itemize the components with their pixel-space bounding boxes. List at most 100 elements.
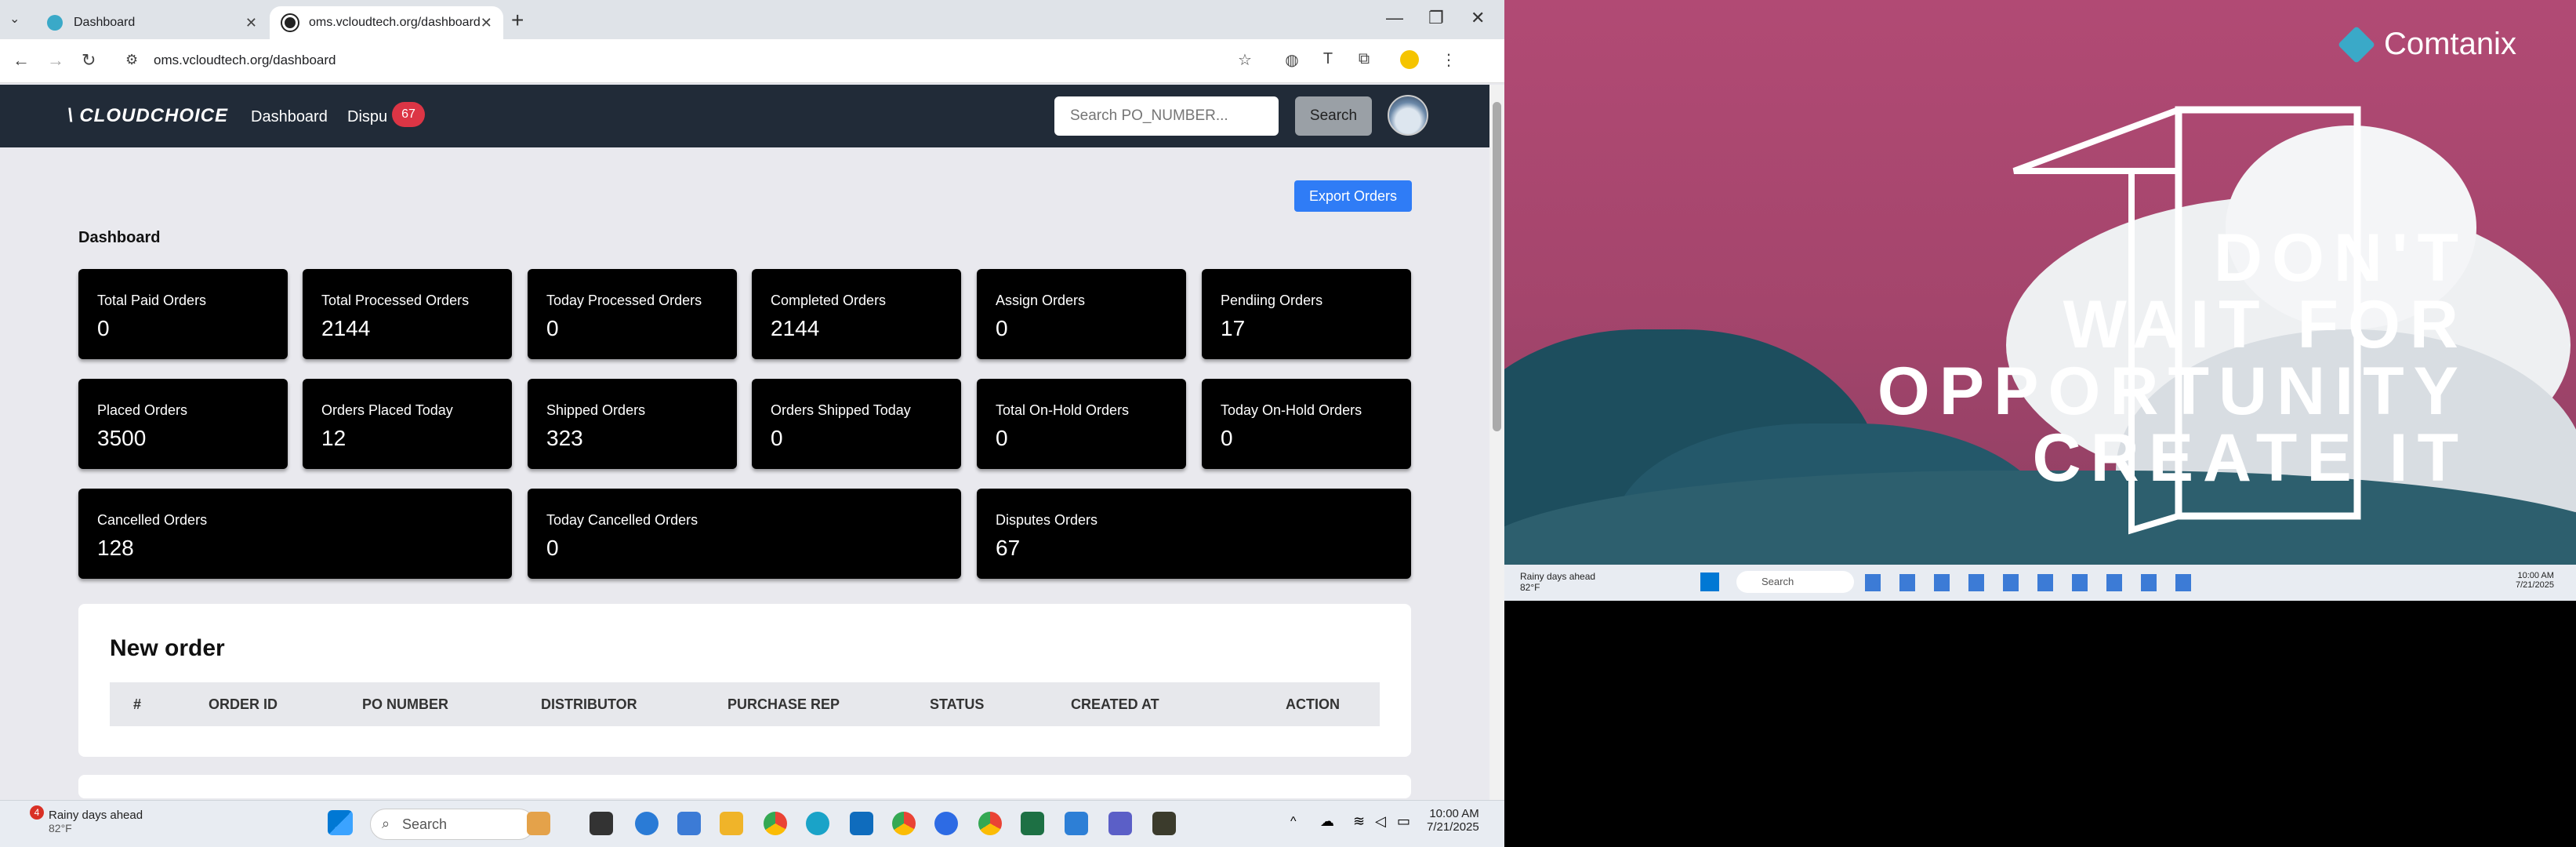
taskbar-search[interactable]: Search (1736, 571, 1854, 593)
new-tab-icon[interactable]: + (511, 8, 524, 33)
site-info-icon[interactable]: ⚙ (125, 52, 138, 68)
stat-card-value: 17 (1221, 316, 1246, 340)
stat-card: Cancelled Orders 128 (78, 489, 512, 579)
clock-date: 7/21/2025 (1427, 820, 1479, 834)
weather-title: Rainy days ahead (49, 809, 143, 822)
close-tab-icon[interactable]: ✕ (245, 15, 257, 31)
column-header: CREATED AT (1071, 696, 1159, 712)
column-header: ACTION (1286, 696, 1340, 712)
stat-card-value: 0 (996, 426, 1008, 450)
edge-dev-icon[interactable] (635, 812, 659, 835)
stat-card-label: Completed Orders (771, 293, 887, 308)
taskbar-clock[interactable]: 10:00 AM 7/21/2025 (2516, 571, 2554, 590)
stat-card-value: 323 (546, 426, 583, 450)
tab-search-icon[interactable]: ⌄ (9, 11, 20, 27)
battery-icon[interactable]: ▭ (1397, 813, 1410, 830)
stat-card: Completed Orders 2144 (752, 269, 961, 359)
tab-oms-dashboard[interactable]: oms.vcloudtech.org/dashboard ✕ (270, 6, 503, 39)
bookmark-star-icon[interactable]: ☆ (1235, 50, 1254, 69)
column-header: PO NUMBER (362, 696, 449, 712)
logo-text: CLOUDCHOICE (79, 105, 229, 126)
close-window-icon[interactable]: ✕ (1471, 8, 1485, 28)
chevron-up-icon[interactable]: ^ (1290, 815, 1297, 829)
start-icon[interactable] (328, 810, 353, 835)
nav-dashboard[interactable]: Dashboard (251, 108, 328, 126)
taskbar-search[interactable]: ⌕ Search (370, 809, 535, 840)
extension-icon[interactable]: ◍ (1283, 50, 1301, 69)
app-icon[interactable] (1065, 812, 1088, 835)
second-monitor: Comtanix DON'T WAIT FOR OPPORTUNITY CREA… (1504, 0, 2576, 847)
brand-name: Comtanix (2384, 27, 2516, 61)
page-title: Dashboard (78, 229, 161, 246)
export-orders-button[interactable]: Export Orders (1294, 180, 1412, 212)
chrome-icon[interactable] (764, 812, 787, 835)
start-icon[interactable] (1700, 573, 1719, 591)
weather-temp: 82°F (49, 822, 72, 834)
extensions-puzzle-icon[interactable]: ⧉ (1355, 50, 1373, 69)
weather-widget[interactable]: 4 Rainy days ahead 82°F (16, 805, 143, 834)
next-panel (78, 775, 1411, 798)
stat-card-value: 0 (546, 316, 559, 340)
profile-icon[interactable] (1400, 50, 1419, 69)
file-explorer-icon[interactable] (720, 812, 743, 835)
cloud-icon[interactable]: ☁ (1320, 813, 1334, 830)
excel-icon[interactable] (1021, 812, 1044, 835)
user-avatar[interactable] (1388, 95, 1428, 136)
stat-card: Shipped Orders 323 (528, 379, 737, 469)
browser-menu-icon[interactable]: ⋮ (1439, 50, 1458, 69)
notes-icon[interactable] (1152, 812, 1176, 835)
stat-card-label: Today On-Hold Orders (1221, 402, 1362, 418)
wifi-icon[interactable]: ≋ (1353, 813, 1365, 830)
taskbar-search-label: Search (1761, 576, 1794, 587)
edge-icon[interactable] (806, 812, 829, 835)
close-tab-icon[interactable]: ✕ (481, 15, 492, 31)
stat-card: Total Processed Orders 2144 (303, 269, 512, 359)
stat-card: Orders Placed Today 12 (303, 379, 512, 469)
weather-title: Rainy days ahead (1520, 571, 1596, 582)
taskbar-search-label: Search (402, 816, 448, 832)
restore-icon[interactable]: ❐ (1428, 8, 1444, 28)
outlook-icon[interactable] (850, 812, 873, 835)
stat-card-value: 0 (97, 316, 110, 340)
stat-card-label: Today Cancelled Orders (546, 512, 698, 528)
po-search-input[interactable] (1054, 96, 1279, 136)
pinned-apps-icons[interactable] (1865, 574, 2210, 591)
calculator-icon[interactable] (677, 812, 701, 835)
minimize-icon[interactable]: — (1386, 8, 1403, 28)
site-logo[interactable]: \ CLOUDCHOICE (67, 105, 228, 127)
scrollbar-thumb[interactable] (1493, 102, 1501, 431)
tab-strip: ⌄ Dashboard ✕ oms.vcloudtech.org/dashboa… (0, 0, 1504, 39)
file-icon[interactable] (590, 812, 613, 835)
stat-card: Total Paid Orders 0 (78, 269, 288, 359)
taskbar-clock[interactable]: 10:00 AM 7/21/2025 (1427, 807, 1479, 834)
stat-card-value: 2144 (771, 316, 820, 340)
chrome-icon[interactable] (978, 812, 1002, 835)
weather-widget[interactable]: Rainy days ahead 82°F (1520, 571, 1595, 593)
tab-dashboard[interactable]: Dashboard ✕ (34, 6, 270, 39)
text-tool-icon[interactable]: T (1319, 50, 1337, 69)
stat-card-value: 0 (1221, 426, 1233, 450)
page-scrollbar[interactable] (1489, 85, 1504, 800)
stat-card: Orders Shipped Today 0 (752, 379, 961, 469)
nav-disputes[interactable]: Dispu (347, 108, 387, 126)
url-field[interactable]: oms.vcloudtech.org/dashboard (154, 53, 336, 68)
search-button[interactable]: Search (1295, 96, 1372, 136)
zoom-icon[interactable] (934, 812, 958, 835)
stat-card: Today On-Hold Orders 0 (1202, 379, 1411, 469)
tab-title: Dashboard (74, 16, 136, 29)
volume-icon[interactable]: ◁ (1375, 813, 1386, 830)
stat-card: Assign Orders 0 (977, 269, 1186, 359)
reload-icon[interactable]: ↻ (82, 50, 96, 71)
forward-icon[interactable]: → (47, 50, 64, 71)
weather-temp: 82°F (1520, 582, 1540, 593)
desktop-wallpaper: Comtanix DON'T WAIT FOR OPPORTUNITY CREA… (1504, 0, 2576, 565)
widgets-icon[interactable] (527, 812, 550, 835)
stat-card-label: Shipped Orders (546, 402, 646, 418)
stat-card-label: Orders Shipped Today (771, 402, 911, 418)
chrome-icon[interactable] (892, 812, 916, 835)
teams-icon[interactable] (1108, 812, 1132, 835)
stat-card: Today Cancelled Orders 0 (528, 489, 961, 579)
back-icon[interactable]: ← (13, 50, 30, 71)
site-favicon (47, 15, 63, 31)
disputes-count-badge: 67 (392, 102, 425, 127)
